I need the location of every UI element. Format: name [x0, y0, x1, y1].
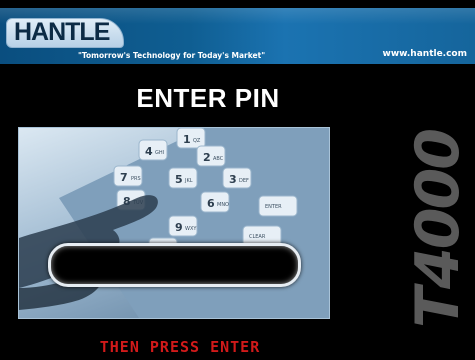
logo-text: HANTLE: [14, 18, 110, 46]
atm-screen: HANTLE "Tomorrow's Technology for Today'…: [0, 0, 475, 360]
model-label: T4000: [403, 124, 473, 334]
svg-text:1: 1: [183, 133, 191, 146]
svg-text:DEF: DEF: [239, 178, 249, 184]
svg-text:7: 7: [120, 171, 128, 184]
svg-text:CLEAR: CLEAR: [249, 234, 266, 240]
svg-text:ABC: ABC: [213, 156, 224, 162]
svg-text:WXY: WXY: [185, 226, 197, 232]
svg-text:PRS: PRS: [131, 176, 141, 182]
keypad-image: 1 4 2 7 5 3 8 6 9 + QZ ABC DEF GHI JKL M…: [19, 128, 329, 318]
svg-text:MNO: MNO: [217, 202, 229, 208]
svg-text:GHI: GHI: [155, 150, 164, 156]
tagline: "Tomorrow's Technology for Today's Marke…: [78, 51, 266, 60]
keypad-illustration: 1 4 2 7 5 3 8 6 9 + QZ ABC DEF GHI JKL M…: [18, 127, 330, 319]
model-text: T4000: [403, 130, 473, 328]
svg-text:2: 2: [203, 151, 211, 164]
page-title: ENTER PIN: [136, 83, 280, 113]
svg-text:6: 6: [207, 197, 215, 210]
instruction-text: THEN PRESS ENTER: [99, 338, 261, 356]
svg-text:JKL: JKL: [184, 178, 193, 184]
pin-input-field[interactable]: [48, 243, 301, 287]
svg-text:4: 4: [145, 145, 153, 158]
svg-text:5: 5: [175, 173, 183, 186]
header-banner: HANTLE "Tomorrow's Technology for Today'…: [0, 8, 475, 64]
svg-text:ENTER: ENTER: [265, 204, 282, 210]
svg-text:3: 3: [229, 173, 237, 186]
svg-text:QZ: QZ: [193, 138, 201, 144]
svg-text:9: 9: [175, 221, 183, 234]
website-url: www.hantle.com: [382, 49, 467, 59]
